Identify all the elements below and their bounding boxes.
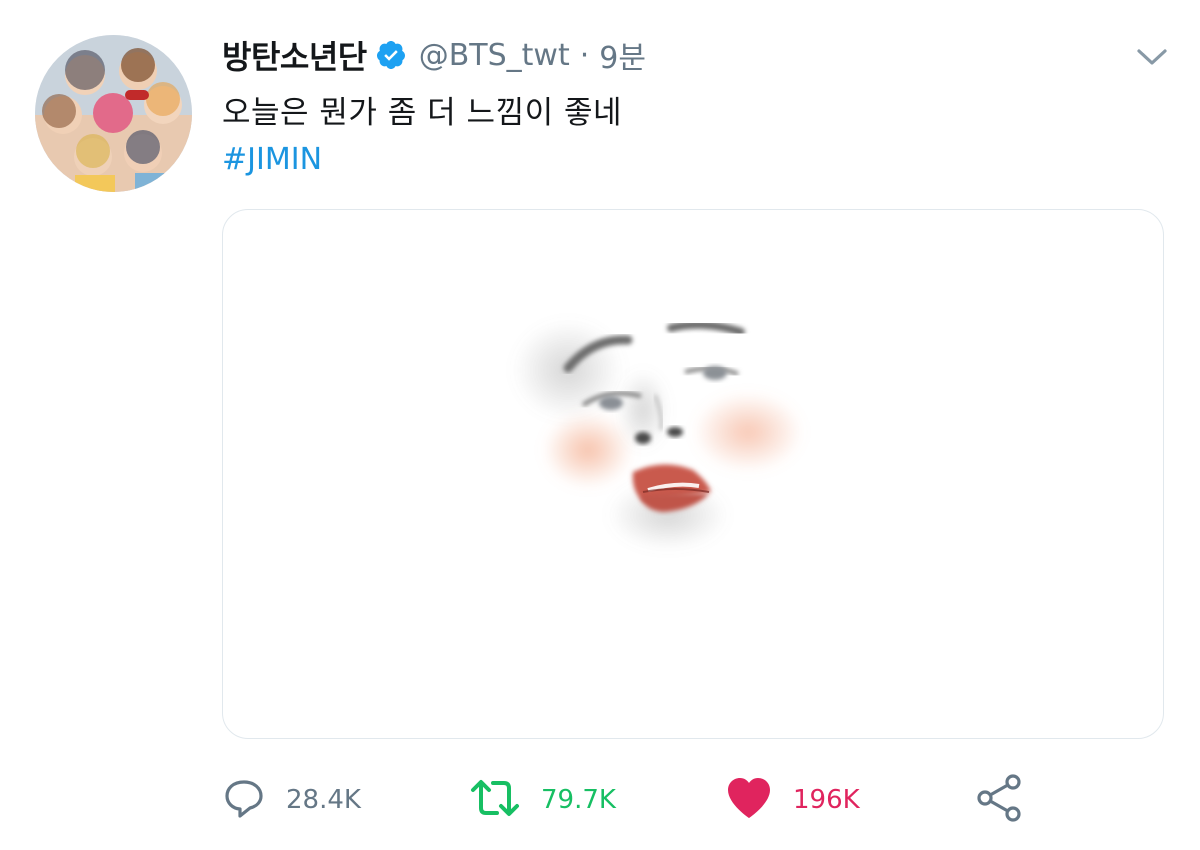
handle[interactable]: @BTS_twt — [419, 38, 570, 73]
reply-count: 28.4K — [286, 785, 361, 815]
separator-dot: · — [579, 37, 590, 73]
share-button[interactable] — [975, 770, 1023, 830]
display-name[interactable]: 방탄소년단 — [222, 32, 367, 78]
retweet-button[interactable]: 79.7K — [469, 770, 616, 830]
share-icon — [975, 774, 1023, 826]
verified-badge-icon — [375, 39, 407, 71]
retweet-count: 79.7K — [541, 785, 616, 815]
group-photo-avatar — [35, 35, 192, 192]
reply-button[interactable]: 28.4K — [222, 770, 361, 830]
tweet-header: 방탄소년단 @BTS_twt · 9분 — [222, 30, 646, 80]
heart-icon — [725, 776, 773, 824]
hashtag-link[interactable]: #JIMIN — [222, 142, 322, 177]
retweet-icon — [469, 776, 521, 824]
chevron-down-icon[interactable] — [1134, 42, 1170, 72]
timestamp[interactable]: 9분 — [599, 33, 646, 77]
tweet: 방탄소년단 @BTS_twt · 9분 오늘은 뭔가 좀 더 느낌이 좋네 #J… — [0, 0, 1200, 850]
tweet-actions: 28.4K 79.7K 196K — [222, 770, 1162, 830]
reply-icon — [222, 776, 266, 824]
avatar[interactable] — [35, 35, 192, 192]
tweet-media[interactable] — [222, 209, 1164, 739]
tweet-text: 오늘은 뭔가 좀 더 느낌이 좋네 — [222, 95, 623, 131]
like-button[interactable]: 196K — [725, 770, 860, 830]
like-count: 196K — [793, 785, 860, 815]
face-artwork-image — [513, 320, 803, 550]
